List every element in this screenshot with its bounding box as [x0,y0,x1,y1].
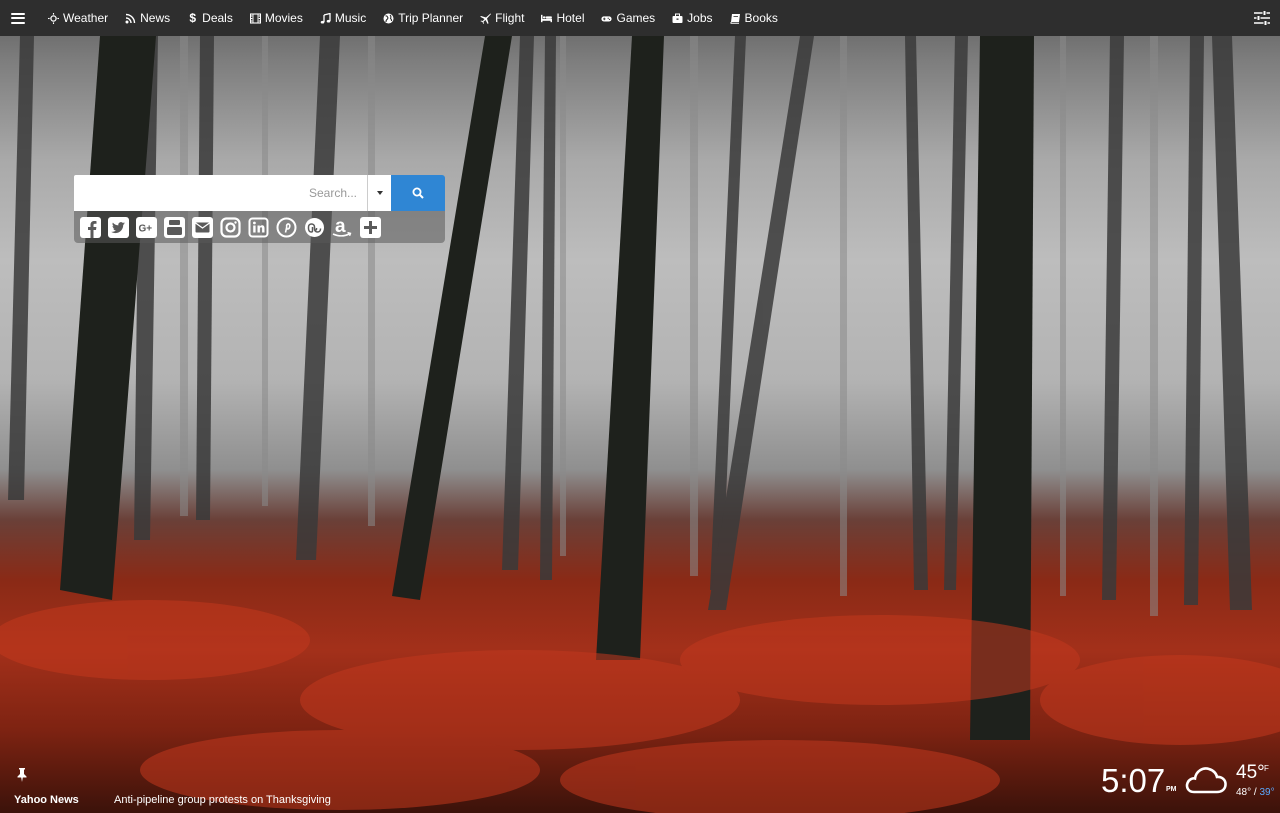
search-widget: G+ a [74,175,445,243]
youtube-link[interactable] [163,216,185,238]
add-link-button[interactable] [359,216,381,238]
search-bar [74,175,445,211]
hamburger-icon [11,12,25,24]
cloud-icon [1185,767,1227,794]
nav-item-deals[interactable]: $ Deals [187,11,233,25]
background-image [0,0,1280,813]
globe-icon [383,13,394,23]
google-plus-icon: G+ [135,216,157,238]
top-navbar: Weather News $ Deals Movies Music Trip P… [0,0,1280,36]
nav-item-weather[interactable]: Weather [48,11,108,25]
svg-text:a: a [335,216,346,237]
stumbleupon-link[interactable] [303,216,325,238]
news-source-label: Yahoo News [14,794,79,806]
nav-item-jobs[interactable]: Jobs [672,11,713,25]
email-link[interactable] [191,216,213,238]
email-icon [191,216,213,238]
amazon-icon: a [332,216,352,237]
rss-icon [125,13,136,23]
book-icon [730,13,740,24]
twitter-icon [107,216,129,238]
sun-icon [48,12,59,24]
nav-item-trip-planner[interactable]: Trip Planner [383,11,463,25]
hamburger-menu-button[interactable] [0,0,36,36]
nav-item-label: Weather [63,11,109,25]
search-icon [412,187,424,199]
google-plus-link[interactable]: G+ [135,216,157,238]
linkedin-link[interactable] [247,216,269,238]
youtube-icon [163,216,185,238]
film-icon [249,12,261,24]
nav-item-label: News [140,11,171,25]
svg-text:G+: G+ [138,223,152,234]
clock-ampm: PM [1166,786,1177,793]
nav-item-label: Flight [495,11,525,25]
current-temperature: 45° [1236,762,1265,783]
plane-icon [480,13,492,24]
nav-item-label: Jobs [687,11,713,25]
nav-item-news[interactable]: News [125,11,170,25]
caret-down-icon [376,191,383,195]
stumbleupon-icon [304,217,324,237]
nav-item-label: Games [616,11,656,25]
high-temperature: 48° [1236,787,1252,798]
nav-item-books[interactable]: Books [730,11,778,25]
pinterest-link[interactable] [275,216,297,238]
bed-icon [541,14,553,22]
nav-links: Weather News $ Deals Movies Music Trip P… [48,0,795,36]
search-input[interactable] [74,175,367,211]
twitter-link[interactable] [107,216,129,238]
amazon-link[interactable]: a [331,216,353,238]
social-links: G+ a [74,211,445,243]
nav-item-label: Music [334,11,367,25]
temperature-unit: F [1264,764,1269,773]
range-separator: / [1253,787,1257,798]
dollar-icon: $ [189,10,196,25]
nav-item-label: Deals [202,11,233,25]
nav-item-label: Books [744,11,778,25]
facebook-link[interactable] [79,216,101,238]
music-icon [320,12,331,23]
nav-item-games[interactable]: Games [601,11,655,25]
low-temperature: 39° [1259,787,1275,798]
nav-item-flight[interactable]: Flight [480,11,524,25]
instagram-icon [219,216,241,238]
clock-time: 5:07 [1101,762,1166,799]
nav-item-music[interactable]: Music [320,11,366,25]
briefcase-icon [672,13,683,23]
search-engine-dropdown[interactable] [367,175,391,211]
facebook-icon [79,216,101,238]
add-icon [359,216,381,238]
instagram-link[interactable] [219,216,241,238]
nav-item-label: Hotel [556,11,585,25]
settings-sliders-icon[interactable] [1254,10,1270,26]
gamepad-icon [601,15,613,21]
pinterest-icon [276,217,296,237]
nav-item-label: Trip Planner [398,11,464,25]
nav-item-movies[interactable]: Movies [249,11,303,25]
news-headline-link[interactable]: Anti-pipeline group protests on Thanksgi… [114,794,331,806]
pin-icon[interactable] [16,768,28,782]
search-button[interactable] [391,175,445,211]
temperature-range: 48° / 39° [1236,787,1275,798]
linkedin-icon [248,217,268,237]
nav-item-hotel[interactable]: Hotel [541,11,584,25]
nav-item-label: Movies [264,11,303,25]
